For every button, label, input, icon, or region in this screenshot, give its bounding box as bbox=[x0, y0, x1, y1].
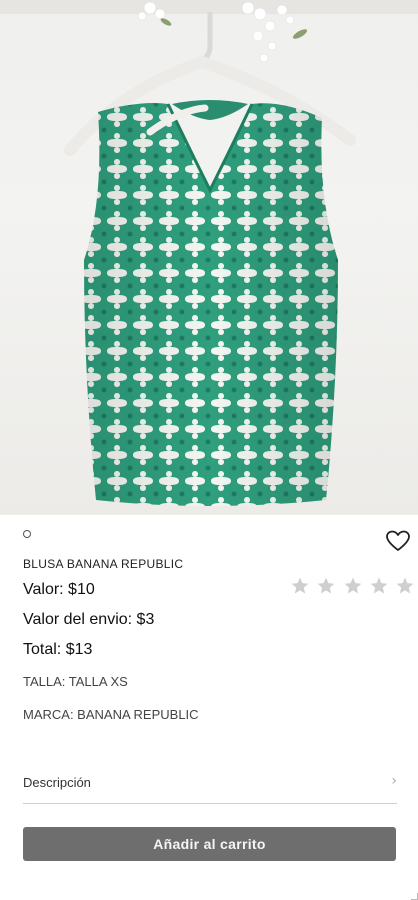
chevron-right-icon: › bbox=[391, 773, 397, 789]
favorite-button[interactable] bbox=[386, 530, 410, 552]
star-icon[interactable] bbox=[316, 576, 336, 596]
heart-icon bbox=[386, 530, 410, 551]
image-pagination-dot[interactable] bbox=[23, 530, 31, 538]
star-icon[interactable] bbox=[290, 576, 310, 596]
product-brand: MARCA: BANANA REPUBLIC bbox=[23, 707, 199, 722]
description-accordion[interactable]: Descripción › bbox=[23, 765, 397, 804]
product-title: BLUSA BANANA REPUBLIC bbox=[23, 557, 184, 571]
description-label: Descripción bbox=[23, 775, 91, 790]
product-details-card: BLUSA BANANA REPUBLIC Valor: $10 Valor d… bbox=[0, 515, 418, 900]
star-icon[interactable] bbox=[395, 576, 415, 596]
star-icon[interactable] bbox=[369, 576, 389, 596]
resize-corner bbox=[411, 893, 418, 900]
product-size: TALLA: TALLA XS bbox=[23, 674, 128, 689]
star-icon[interactable] bbox=[343, 576, 363, 596]
product-photo-illustration bbox=[0, 0, 418, 506]
shipping-price: Valor del envio: $3 bbox=[23, 611, 155, 628]
total-price: Total: $13 bbox=[23, 641, 93, 658]
rating-stars[interactable] bbox=[290, 576, 415, 598]
product-price: Valor: $10 bbox=[23, 581, 95, 598]
add-to-cart-button[interactable]: Añadir al carrito bbox=[23, 827, 396, 861]
product-image[interactable] bbox=[0, 0, 418, 515]
